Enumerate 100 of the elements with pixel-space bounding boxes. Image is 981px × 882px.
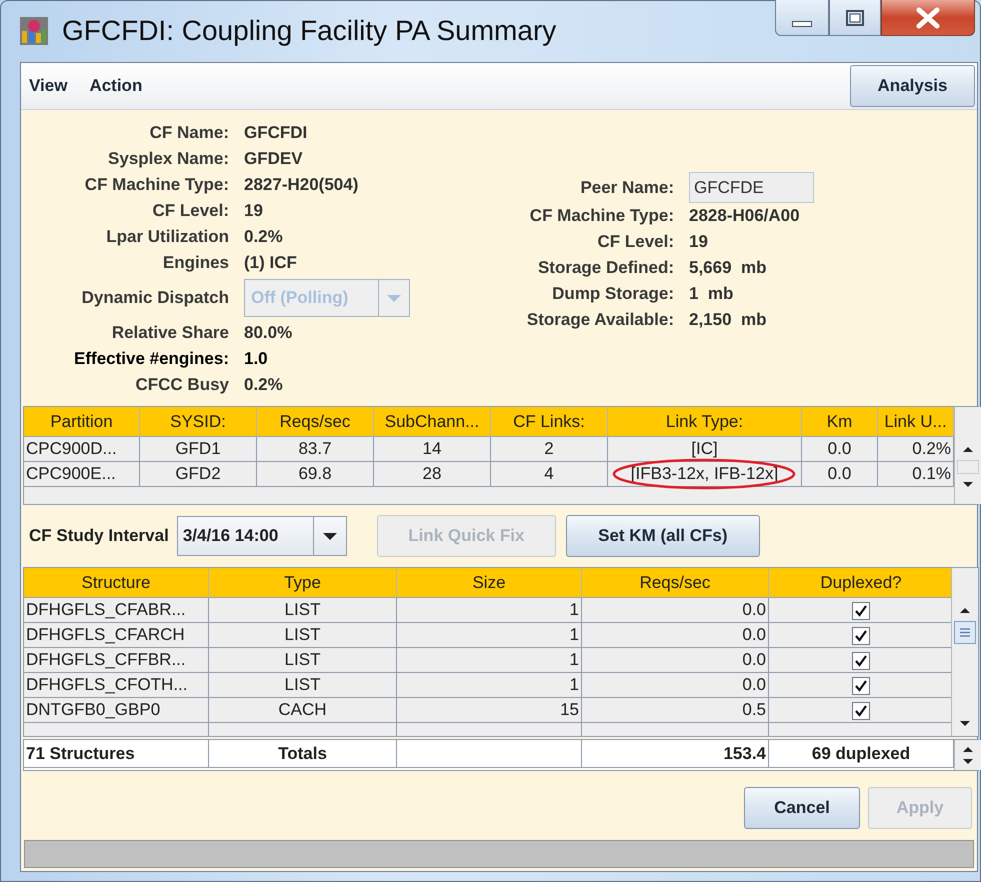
- checkbox[interactable]: [852, 602, 870, 620]
- field-value: 0.2%: [244, 374, 284, 396]
- close-button[interactable]: [881, 0, 975, 36]
- scroll-thumb[interactable]: [954, 621, 976, 644]
- column-header[interactable]: Km: [802, 407, 878, 437]
- field-label: CF Name:: [148, 122, 229, 144]
- minimize-button[interactable]: [775, 0, 829, 36]
- spinner-down-arrow[interactable]: [962, 756, 974, 766]
- checkbox[interactable]: [852, 702, 870, 720]
- table-cell: DFHGFLS_CFABR...: [24, 598, 209, 623]
- column-header[interactable]: CF Links:: [491, 407, 608, 437]
- field-label: Engines: [162, 252, 229, 274]
- column-header[interactable]: SYSID:: [140, 407, 257, 437]
- close-icon: [916, 6, 940, 28]
- table-cell: DNTGFB0_GBP0: [24, 698, 209, 723]
- table-cell: DFHGFLS_CFARCH: [24, 623, 209, 648]
- scroll-up-arrow[interactable]: [962, 445, 974, 454]
- table-cell: 0.0: [582, 598, 769, 623]
- scroll-thumb[interactable]: [957, 460, 979, 474]
- column-header[interactable]: Type: [209, 568, 397, 598]
- table-cell: [IFB3-12x, IFB-12x]: [608, 462, 802, 487]
- table-cell: DFHGFLS_CFOTH...: [24, 673, 209, 698]
- field-label: Dump Storage:: [551, 283, 674, 305]
- peer-name-field[interactable]: GFCFDE: [689, 172, 814, 203]
- checkbox[interactable]: [852, 676, 870, 695]
- field-value: 2827-H20(504): [244, 174, 360, 196]
- total-cell: 153.4: [582, 740, 769, 768]
- field-value: 2,150 mb: [689, 309, 768, 331]
- table-cell: 2: [491, 437, 608, 462]
- minimize-icon: [792, 20, 812, 26]
- field-value: 1.0: [244, 348, 269, 370]
- menu-item[interactable]: Action: [89, 76, 142, 96]
- scroll-up-arrow[interactable]: [959, 606, 971, 615]
- table-cell: CACH: [209, 698, 397, 723]
- column-header[interactable]: Link Type:: [608, 407, 802, 437]
- app-icon: [20, 17, 48, 45]
- table-cell: LIST: [209, 648, 397, 673]
- field-label: Peer Name:: [579, 177, 674, 199]
- column-header[interactable]: SubChann...: [374, 407, 491, 437]
- field-value: 2828-H06/A00: [689, 205, 801, 227]
- field-label: CF Level:: [596, 231, 674, 253]
- table-cell: 4: [491, 462, 608, 487]
- cancel-button[interactable]: Cancel: [744, 787, 860, 829]
- table-cell: LIST: [209, 673, 397, 698]
- field-label: CFCC Busy: [134, 374, 229, 396]
- field-label: CF Level:: [151, 200, 229, 222]
- field-value: (1) ICF: [244, 252, 298, 274]
- column-header[interactable]: Partition: [24, 407, 140, 437]
- window-title: GFCFDI: Coupling Facility PA Summary: [62, 15, 556, 47]
- table-cell: 83.7: [257, 437, 374, 462]
- table-cell: DFHGFLS_CFFBR...: [24, 648, 209, 673]
- menu-item[interactable]: View: [29, 76, 68, 96]
- spinner-up-arrow[interactable]: [962, 744, 974, 754]
- column-header[interactable]: Structure: [24, 568, 209, 598]
- table-cell: 1: [397, 598, 582, 623]
- table-cell: CPC900E...: [24, 462, 140, 487]
- column-header[interactable]: Reqs/sec: [257, 407, 374, 437]
- field-value: GFCFDI: [244, 122, 308, 144]
- scroll-down-arrow[interactable]: [959, 719, 971, 728]
- table-cell: 1: [397, 623, 582, 648]
- field-label: Storage Available:: [526, 309, 674, 331]
- quick-fix-button: Link Quick Fix: [376, 515, 556, 557]
- field-label: Effective #engines:: [73, 348, 229, 370]
- table-cell: 28: [374, 462, 491, 487]
- checkbox[interactable]: [852, 626, 870, 645]
- column-header[interactable]: Reqs/sec: [582, 568, 769, 598]
- column-header[interactable]: Duplexed?: [769, 568, 951, 598]
- table-cell: 1: [397, 673, 582, 698]
- apply-button: Apply: [868, 787, 972, 829]
- column-header[interactable]: Size: [397, 568, 582, 598]
- field-value: GFDEV: [244, 148, 304, 170]
- total-cell: 71 Structures: [24, 740, 209, 768]
- field-value: 5,669 mb: [689, 257, 768, 279]
- dropdown-arrow-icon: [322, 532, 338, 540]
- column-header[interactable]: Link U...: [878, 407, 954, 437]
- field-label: Dynamic Dispatch: [80, 287, 229, 309]
- field-value: 19: [244, 200, 264, 222]
- field-label: Sysplex Name:: [107, 148, 229, 170]
- table-cell: 0.0: [582, 673, 769, 698]
- table-cell: GFD1: [140, 437, 257, 462]
- field-value: 19: [689, 231, 709, 253]
- field-value: 80.0%: [244, 322, 294, 344]
- field-label: Storage Defined:: [536, 257, 674, 279]
- table-cell: 0.0: [582, 623, 769, 648]
- set-km-button[interactable]: Set KM (all CFs): [566, 515, 760, 557]
- field-label: CF Study Interval: [29, 526, 169, 546]
- interval-dropdown[interactable]: 3/4/16 14:00: [176, 516, 347, 556]
- table-cell: 0.0: [582, 648, 769, 673]
- table-cell: [IC]: [608, 437, 802, 462]
- table-cell: GFD2: [140, 462, 257, 487]
- table-cell: 14: [374, 437, 491, 462]
- checkbox[interactable]: [852, 652, 870, 670]
- analysis-button[interactable]: Analysis: [850, 65, 975, 107]
- maximize-button[interactable]: [829, 0, 881, 36]
- table-cell: 0.5: [582, 698, 769, 723]
- total-cell: Totals: [209, 740, 397, 768]
- dropdown-arrow-icon: [386, 294, 402, 302]
- table-cell: 15: [397, 698, 582, 723]
- scroll-down-arrow[interactable]: [962, 480, 974, 489]
- dispatch-dropdown: Off (Polling): [244, 279, 410, 317]
